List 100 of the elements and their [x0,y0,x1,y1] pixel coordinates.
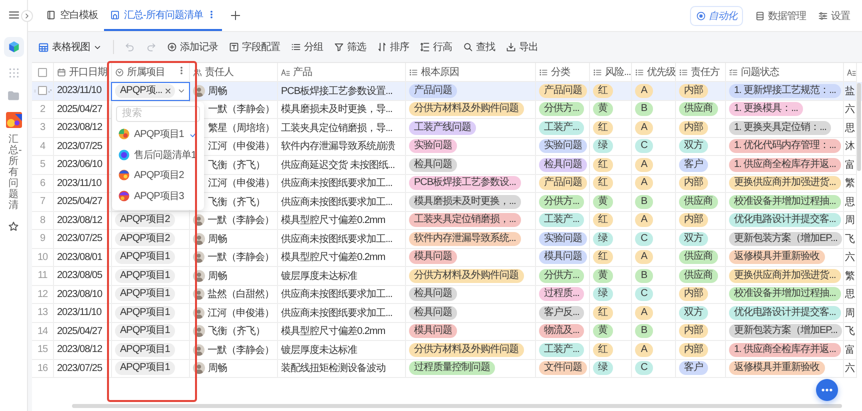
toolbar-button[interactable]: 字段配置 [229,40,280,54]
category-tag: 分供方... [539,268,584,283]
toolbar-button[interactable]: 行高 [420,40,452,54]
column-header[interactable]: 风险... [605,65,631,79]
list-icon [593,68,602,76]
cell-text: 周 [845,214,854,228]
cause-tag: 检具问题 [409,287,457,302]
toolbar-button[interactable]: 添加记录 [167,40,218,54]
priority-tag: C [635,287,653,302]
undo-icon[interactable] [125,42,135,52]
owner-tag: 内部 [679,120,708,135]
column-header[interactable]: 产品 [293,65,312,79]
person-name: 一默（李静会） [208,214,274,228]
dropdown-option[interactable]: APQP项目2 [116,166,200,185]
view-switcher[interactable]: 表格视图 [38,40,102,54]
project-tag: APQP项目1 [115,324,175,338]
list-icon [539,68,548,76]
row-checkbox[interactable] [38,86,47,96]
row-number: 4 [40,140,46,152]
cell-text: 繁 [845,177,854,190]
cause-tag: 软件内存泄漏导致系统... [409,232,521,246]
toolbar-button[interactable]: 排序 [377,40,409,54]
person-name: 飞衡（齐飞） [208,324,265,338]
column-header[interactable]: 责任人 [205,65,234,79]
date-text: 2023/08/12 [57,344,102,356]
column-header[interactable]: 责任方 [691,65,720,79]
owner-tag: 内部 [679,324,708,338]
expand-icon[interactable] [48,86,52,95]
risk-tag: 黄 [593,194,612,209]
owner-tag: 内部 [679,342,708,357]
date-text: 2023/07/25 [57,362,102,374]
plus-icon[interactable] [230,10,241,21]
product-text: 装配线扭矩检测设备波动 [281,362,386,376]
tab[interactable]: 汇总-所有问题清单 [104,0,222,31]
column-header[interactable]: 优先级 [647,65,676,79]
category-tag: 产品问题 [539,176,587,190]
risk-tag: 红 [593,250,612,264]
project-icon [118,148,130,161]
product-text: 供应商未按图纸要求加工... [281,288,392,302]
priority-tag: B [635,102,653,116]
app-home-button[interactable] [4,37,24,57]
row-number: 2 [40,104,46,115]
cause-tag: 检具问题 [409,306,457,320]
horizontal-scrollbar[interactable] [72,404,842,408]
row-number: 3 [40,122,46,134]
project-select[interactable]: APQP项... [111,82,190,100]
close-icon[interactable] [164,87,172,96]
toolbar-button[interactable]: 查找 [463,40,495,54]
column-header[interactable]: 开口日期 [69,65,107,79]
status-tag: 返修模具并重新验收 [729,361,824,376]
toolbar-button[interactable]: 分组 [291,40,323,54]
priority-tag: B [635,268,653,283]
more-button[interactable] [816,379,838,401]
priority-tag: A [635,84,653,98]
priority-tag: C [635,361,653,376]
category-tag: 实验问题 [539,139,587,154]
column-header[interactable]: 分类 [551,65,570,79]
field-icon [229,42,239,52]
date-text: 2025/04/27 [57,196,102,208]
toolbar-button[interactable]: 筛选 [334,40,366,54]
folder-icon[interactable] [7,89,20,102]
search-field[interactable]: 搜索 [116,106,200,122]
row-number: 8 [40,214,46,226]
column-header[interactable]: 问题状态 [741,65,779,79]
star-icon[interactable] [8,221,19,232]
project-tag: APQP项目1 [115,287,175,302]
dropdown-option[interactable]: APQP项目1 [116,124,200,144]
column-header[interactable]: 所属项目 [127,65,165,79]
person-name: 一默（李静会） [208,102,274,116]
product-text: 供应商未按图纸要求加工... [281,176,392,190]
home-document-icon [110,10,120,20]
redo-icon[interactable] [146,42,156,52]
dropdown-option[interactable]: APQP项目3 [116,186,200,206]
date-text: 2023/07/25 [57,140,102,152]
cause-tag: 分供方材料及外购件问题 [409,268,524,283]
owner-tag: 供应商 [679,268,718,283]
toolbar-button[interactable]: 导出 [506,40,538,54]
owner-tag: 客户 [679,158,708,172]
menu-icon[interactable] [8,9,20,21]
cell-text: 六 [845,102,854,116]
status-tag: 校准设备并增加过程抽... [729,287,841,302]
person-name: 周畅 [208,232,227,246]
tab[interactable]: 空白模板 [40,0,104,31]
product-text: 镀层厚度未达标准 [281,344,357,357]
settings-button[interactable]: 设置 [818,8,850,22]
vertical-scrollbar[interactable] [857,83,861,171]
date-text: 2025/04/27 [57,326,102,337]
cell-text: 富 [845,344,854,357]
automation-button[interactable]: 自动化 [690,6,743,26]
select-all-checkbox[interactable] [38,68,47,76]
grid-icon[interactable] [8,67,20,79]
status-tag: 1. 更新焊接工艺规范：... [729,84,841,98]
data-management-button[interactable]: 数据管理 [755,8,806,22]
list-icon [679,68,688,76]
owner-tag: 客户 [679,361,708,376]
person-name: 盐然（白甜然） [208,288,274,302]
project-tag: APQP项目1 [115,250,175,264]
dropdown-option[interactable]: 售后问题清单1 [116,145,200,164]
column-header[interactable]: 根本原因 [421,65,459,79]
app-icon[interactable] [6,112,22,128]
